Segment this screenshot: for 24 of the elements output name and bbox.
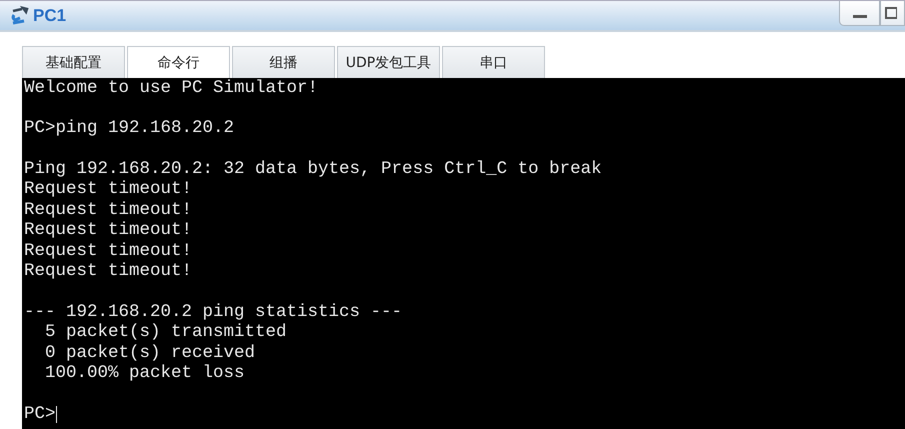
- terminal-line: 100.00% packet loss: [44, 363, 245, 384]
- terminal-line: --- 192.168.20.2 ping statistics ---: [24, 302, 402, 323]
- terminal-line: Request timeout!: [24, 179, 192, 200]
- tab[interactable]: 基础配置: [22, 46, 125, 78]
- tab[interactable]: UDP发包工具: [337, 46, 440, 78]
- tab[interactable]: 组播: [232, 46, 335, 78]
- terminal-line: Request timeout!: [24, 200, 192, 221]
- terminal-line: PC>: [24, 404, 56, 425]
- terminal-line: Request timeout!: [24, 240, 192, 262]
- tab[interactable]: 串口: [442, 46, 545, 78]
- tab[interactable]: 命令行: [127, 46, 230, 78]
- terminal-line: 0 packet(s) received: [44, 342, 256, 364]
- terminal-line: Request timeout!: [24, 220, 192, 242]
- terminal-line: PC>ping 192.168.20.2: [24, 118, 234, 140]
- terminal-line: 5 packet(s) transmitted: [44, 322, 287, 344]
- terminal-line: Welcome to use PC Simulator!: [24, 78, 318, 99]
- minimize-button[interactable]: [839, 1, 880, 26]
- minimize-icon: [852, 15, 866, 19]
- window-title: PC1: [33, 6, 66, 26]
- maximize-icon: [885, 7, 897, 19]
- text-cursor: [56, 406, 57, 423]
- terminal-line: Ping 192.168.20.2: 32 data bytes, Press Ctrl_C to break: [24, 158, 602, 180]
- terminal-line: Request timeout!: [24, 261, 192, 282]
- maximize-button[interactable]: [880, 1, 905, 26]
